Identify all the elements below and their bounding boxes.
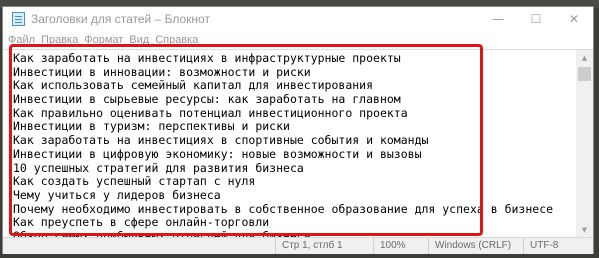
status-bar: Стр 1, стлб 1 100% Windows (CRLF) UTF-8 xyxy=(3,237,593,254)
close-button[interactable]: ✕ xyxy=(555,7,593,31)
menu-bar: Файл Правка Формат Вид Справка xyxy=(3,32,593,48)
scroll-thumb[interactable] xyxy=(578,67,591,81)
text-line: Инвестиции в цифровую экономику: новые в… xyxy=(13,146,422,161)
text-line: 10 успешных стратегий для развития бизне… xyxy=(13,160,304,175)
vertical-scrollbar[interactable]: ▲ ▼ xyxy=(576,50,593,238)
menu-edit[interactable]: Правка xyxy=(38,34,81,46)
menu-file[interactable]: Файл xyxy=(5,34,38,46)
text-line: Инвестиции в туризм: перспективы и риски xyxy=(13,119,290,134)
menu-help[interactable]: Справка xyxy=(152,34,201,46)
notepad-window: Заголовки для статей – Блокнот — ☐ ✕ Фай… xyxy=(2,6,594,254)
zoom-level: 100% xyxy=(373,238,428,254)
text-line: Чему учиться у лидеров бизнеса xyxy=(13,187,221,202)
editor-text-area[interactable]: Как заработать на инвестициях в инфрастр… xyxy=(13,52,573,238)
window-controls: — ☐ ✕ xyxy=(479,7,593,31)
text-line: Как правильно оценивать потенциал инвест… xyxy=(13,105,408,120)
text-line: Как заработать на инвестициях в спортивн… xyxy=(13,133,429,148)
notepad-icon xyxy=(12,12,25,26)
menu-format[interactable]: Формат xyxy=(81,34,126,46)
text-line: Как использовать семейный капитал для ин… xyxy=(13,78,374,93)
text-line: Инвестиции в сырьевые ресурсы: как зараб… xyxy=(13,92,401,107)
menu-view[interactable]: Вид xyxy=(126,34,152,46)
text-editor[interactable]: Как заработать на инвестициях в инфрастр… xyxy=(3,49,593,238)
text-line: Как заработать на инвестициях в инфрастр… xyxy=(13,52,401,65)
text-line: Как создать успешный стартап с нуля xyxy=(13,174,256,189)
maximize-button[interactable]: ☐ xyxy=(517,7,555,31)
window-title: Заголовки для статей – Блокнот xyxy=(31,12,210,26)
minimize-button[interactable]: — xyxy=(479,7,517,31)
title-bar[interactable]: Заголовки для статей – Блокнот — ☐ ✕ xyxy=(3,7,593,31)
encoding: UTF-8 xyxy=(523,238,593,254)
scroll-down-arrow-icon[interactable]: ▼ xyxy=(576,222,593,238)
text-line: Почему необходимо инвестировать в собств… xyxy=(13,201,554,216)
scroll-up-arrow-icon[interactable]: ▲ xyxy=(576,50,593,66)
cursor-position: Стр 1, стлб 1 xyxy=(275,238,373,254)
line-ending: Windows (CRLF) xyxy=(428,238,523,254)
text-line: Как преуспеть в сфере онлайн-торговли xyxy=(13,215,270,230)
text-line: Инвестиции в инновации: возможности и ри… xyxy=(13,64,311,79)
